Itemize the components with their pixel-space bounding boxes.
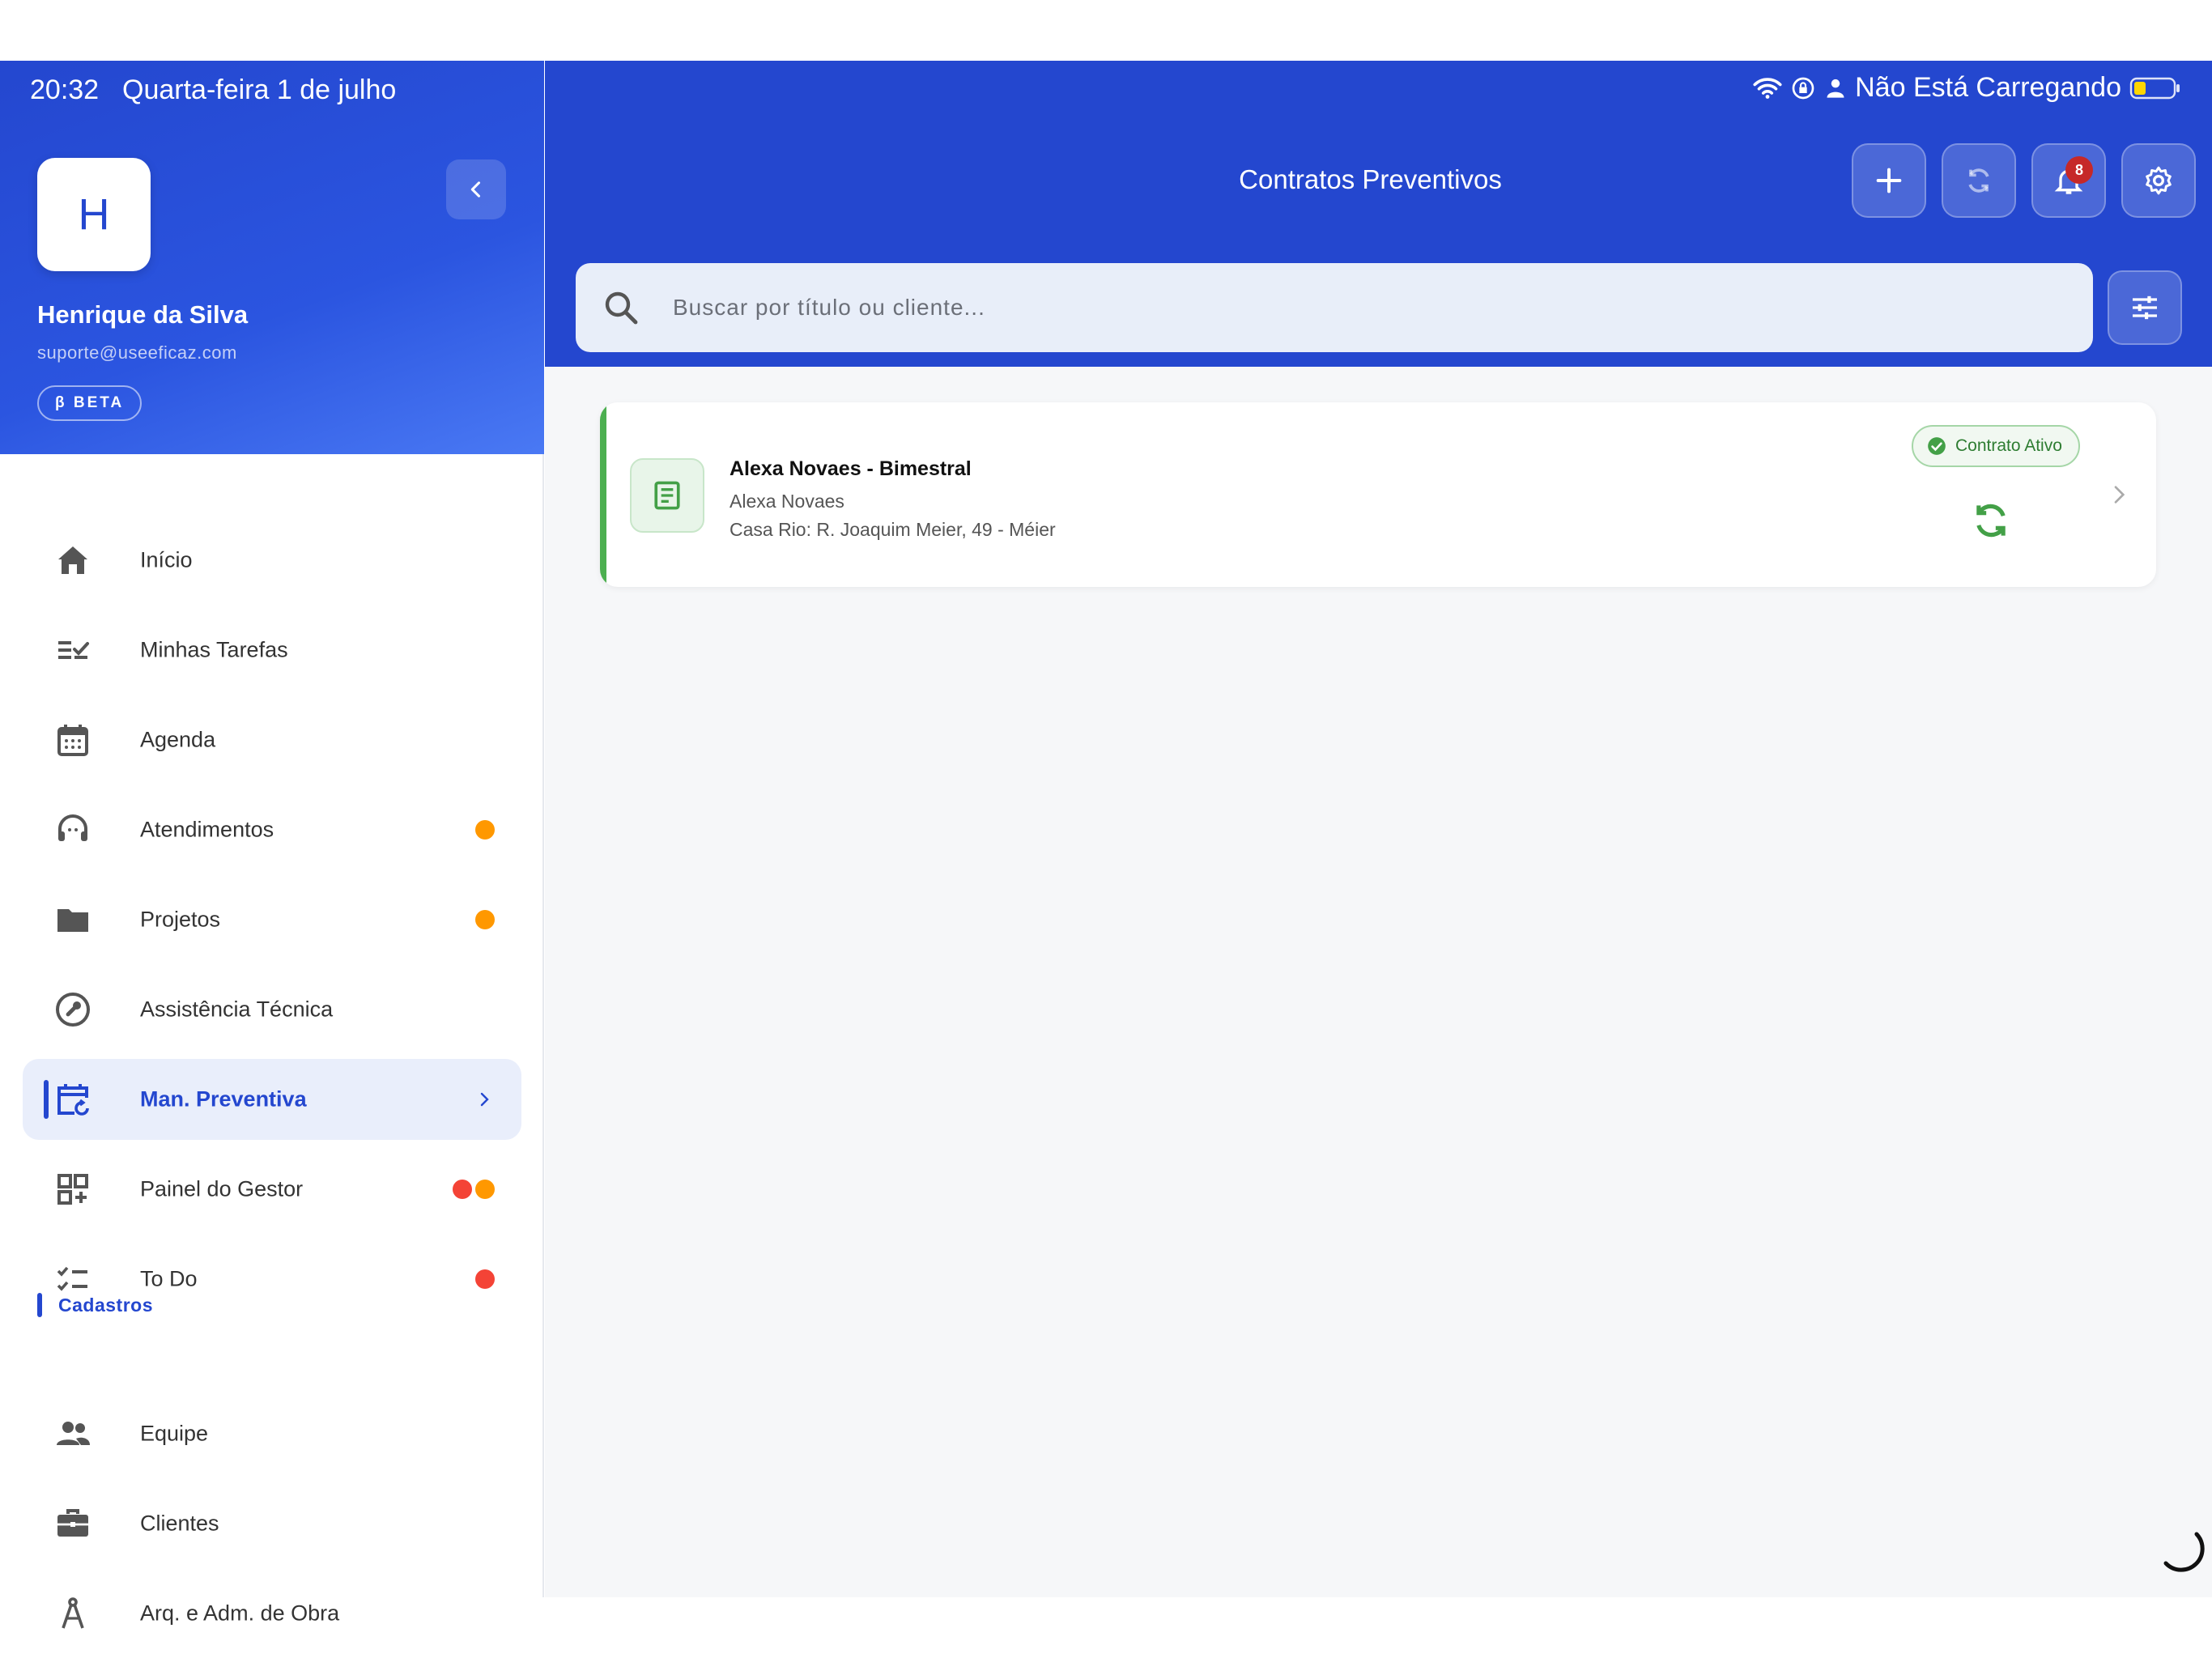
sidebar-item-painel-do-gestor[interactable]: Painel do Gestor: [23, 1149, 521, 1230]
add-button[interactable]: [1852, 143, 1926, 218]
notification-dot: [475, 1269, 495, 1289]
sidebar-item-agenda[interactable]: Agenda: [23, 699, 521, 780]
status-accent-bar: [600, 402, 606, 587]
recurring-sync-icon: [1976, 504, 2006, 538]
settings-button[interactable]: [2121, 143, 2196, 218]
sidebar-item-label: To Do: [140, 1266, 198, 1291]
plus-icon: [1876, 168, 1902, 193]
collapse-sidebar-button[interactable]: [446, 159, 506, 219]
contract-title: Alexa Novaes - Bimestral: [730, 457, 972, 480]
folder-icon: [57, 909, 88, 932]
chevron-left-icon: [470, 181, 481, 198]
sidebar-item-label: Clientes: [140, 1511, 219, 1536]
notification-dot: [475, 910, 495, 929]
sidebar-item-clientes[interactable]: Clientes: [23, 1483, 521, 1564]
chevron-right-icon: [480, 1092, 489, 1107]
sidebar-header: 20:32 Quarta-feira 1 de julho H Henrique…: [0, 61, 544, 454]
search-icon: [605, 291, 638, 325]
sidebar-item-label: Projetos: [140, 907, 221, 932]
sidebar-item-label: Início: [140, 547, 193, 572]
sidebar-item-minhas-tarefas[interactable]: Minhas Tarefas: [23, 610, 521, 691]
avatar-initial: H: [78, 190, 110, 239]
sidebar-item-assistencia-tecnica[interactable]: Assistência Técnica: [23, 969, 521, 1050]
search-input[interactable]: [673, 263, 2065, 352]
sync-icon: [1968, 168, 1989, 193]
sidebar-item-label: Assistência Técnica: [140, 997, 334, 1022]
filter-sliders-icon: [2133, 295, 2157, 320]
avatar[interactable]: H: [37, 158, 151, 271]
briefcase-icon: [57, 1509, 88, 1537]
sidebar-item-man-preventiva[interactable]: Man. Preventiva: [23, 1059, 521, 1140]
section-title: Cadastros: [58, 1294, 153, 1316]
status-time: 20:32: [30, 74, 100, 105]
dashboard-add-icon: [57, 1174, 88, 1205]
sidebar-item-projetos[interactable]: Projetos: [23, 879, 521, 960]
main-content: Não Está Carregando Contratos Preventivo…: [545, 61, 2212, 1597]
notification-dot: [475, 1180, 495, 1199]
app-window: 20:32 Quarta-feira 1 de julho H Henrique…: [0, 61, 2212, 1629]
battery-status-text: Não Está Carregando: [1855, 72, 2121, 103]
beta-badge: β BETA: [37, 385, 143, 421]
document-icon: [654, 481, 680, 510]
contract-client: Alexa Novaes: [730, 491, 844, 512]
people-icon: [57, 1422, 90, 1445]
sidebar-item-label: Agenda: [140, 727, 216, 752]
user-name: Henrique da Silva: [37, 300, 249, 329]
calendar-icon: [57, 725, 88, 756]
checklist-icon: [58, 641, 89, 659]
active-indicator: [44, 1080, 49, 1119]
person-icon: [1827, 79, 1844, 98]
section-indicator: [37, 1293, 42, 1317]
section-header-cadastros: Cadastros: [37, 1293, 153, 1317]
chevron-right-icon: [2114, 486, 2125, 504]
sidebar-item-equipe[interactable]: Equipe: [23, 1393, 521, 1474]
sidebar-item-label: Man. Preventiva: [140, 1086, 307, 1112]
sidebar-item-label: Equipe: [140, 1421, 209, 1446]
compass-icon: [62, 1597, 84, 1629]
status-badge: Contrato Ativo: [1912, 425, 2080, 467]
contract-card[interactable]: Alexa Novaes - Bimestral Alexa Novaes Ca…: [600, 402, 2156, 587]
wifi-icon: [1753, 77, 1782, 99]
wrench-icon: [56, 993, 90, 1027]
sidebar-item-arq-adm-obra[interactable]: Arq. e Adm. de Obra: [23, 1573, 521, 1629]
sidebar-item-inicio[interactable]: Início: [23, 520, 521, 601]
status-date: Quarta-feira 1 de julho: [122, 74, 397, 105]
user-email: suporte@useeficaz.com: [37, 342, 237, 363]
contract-address: Casa Rio: R. Joaquim Meier, 49 - Méier: [730, 519, 1056, 540]
sidebar-item-atendimentos[interactable]: Atendimentos: [23, 789, 521, 870]
gear-icon: [2146, 166, 2172, 195]
status-indicators: Não Está Carregando: [1753, 72, 2181, 104]
status-badge-label: Contrato Ativo: [1955, 436, 2062, 455]
sidebar-item-label: Atendimentos: [140, 817, 274, 842]
home-icon: [58, 546, 87, 574]
notification-dot: [453, 1180, 472, 1199]
sync-button[interactable]: [1942, 143, 2016, 218]
check-circle-icon: [1928, 437, 1946, 455]
notification-count-badge: 8: [2065, 156, 2093, 184]
loading-spinner-icon: [2163, 1532, 2205, 1572]
filter-button[interactable]: [2108, 270, 2182, 345]
sidebar: 20:32 Quarta-feira 1 de julho H Henrique…: [0, 61, 544, 1629]
orientation-lock-icon: [1792, 77, 1814, 99]
top-bar: Não Está Carregando Contratos Preventivo…: [545, 61, 2212, 367]
headset-icon: [58, 814, 87, 841]
contract-doc-badge: [630, 458, 704, 533]
sidebar-item-label: Painel do Gestor: [140, 1176, 304, 1201]
notification-dot: [475, 820, 495, 840]
sidebar-item-label: Arq. e Adm. de Obra: [140, 1601, 340, 1626]
search-bar: [576, 263, 2093, 352]
battery-icon: [2129, 77, 2180, 99]
sidebar-item-label: Minhas Tarefas: [140, 637, 288, 662]
notifications-button[interactable]: 8: [2031, 143, 2106, 218]
calendar-repeat-icon: [57, 1084, 89, 1116]
